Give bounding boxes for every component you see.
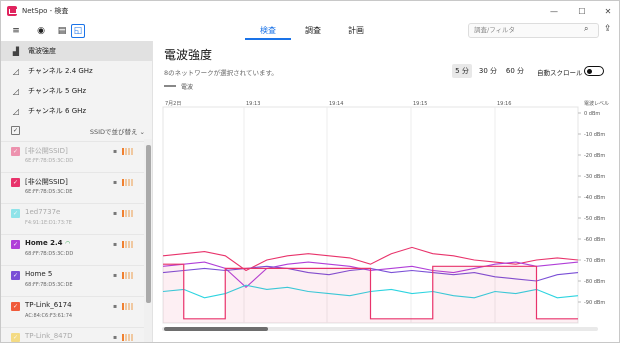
app-window: NetSpo - 検査 — ☐ ✕ ≡ ◉ ▤ ◱ 検査 調査 計画 調査/フィ… [0, 0, 620, 343]
y-tick-label: -90 dBm [584, 300, 605, 306]
signal-strength-chart[interactable]: 7月2日 19:13 19:14 19:15 19:16 電波レベル 0 dBm -10 dB… [1, 1, 620, 343]
y-tick-label: -30 dBm [584, 174, 605, 180]
y-tick-label: -20 dBm [584, 153, 605, 159]
y-tick-label: -50 dBm [584, 216, 605, 222]
x-tick-label: 7月2日 [165, 101, 181, 107]
y-axis-title: 電波レベル [584, 100, 609, 107]
x-tick-label: 19:13 [246, 101, 260, 107]
x-tick-label: 19:15 [413, 101, 427, 107]
y-tick-label: -70 dBm [584, 258, 605, 264]
x-tick-label: 19:14 [329, 101, 343, 107]
y-tick-label: -40 dBm [584, 195, 605, 201]
y-tick-label: -60 dBm [584, 237, 605, 243]
chart-scroll-thumb[interactable] [164, 327, 268, 331]
y-tick-label: -80 dBm [584, 279, 605, 285]
y-tick-label: -10 dBm [584, 132, 605, 138]
y-tick-label: 0 dBm [584, 111, 600, 117]
x-tick-label: 19:16 [497, 101, 511, 107]
